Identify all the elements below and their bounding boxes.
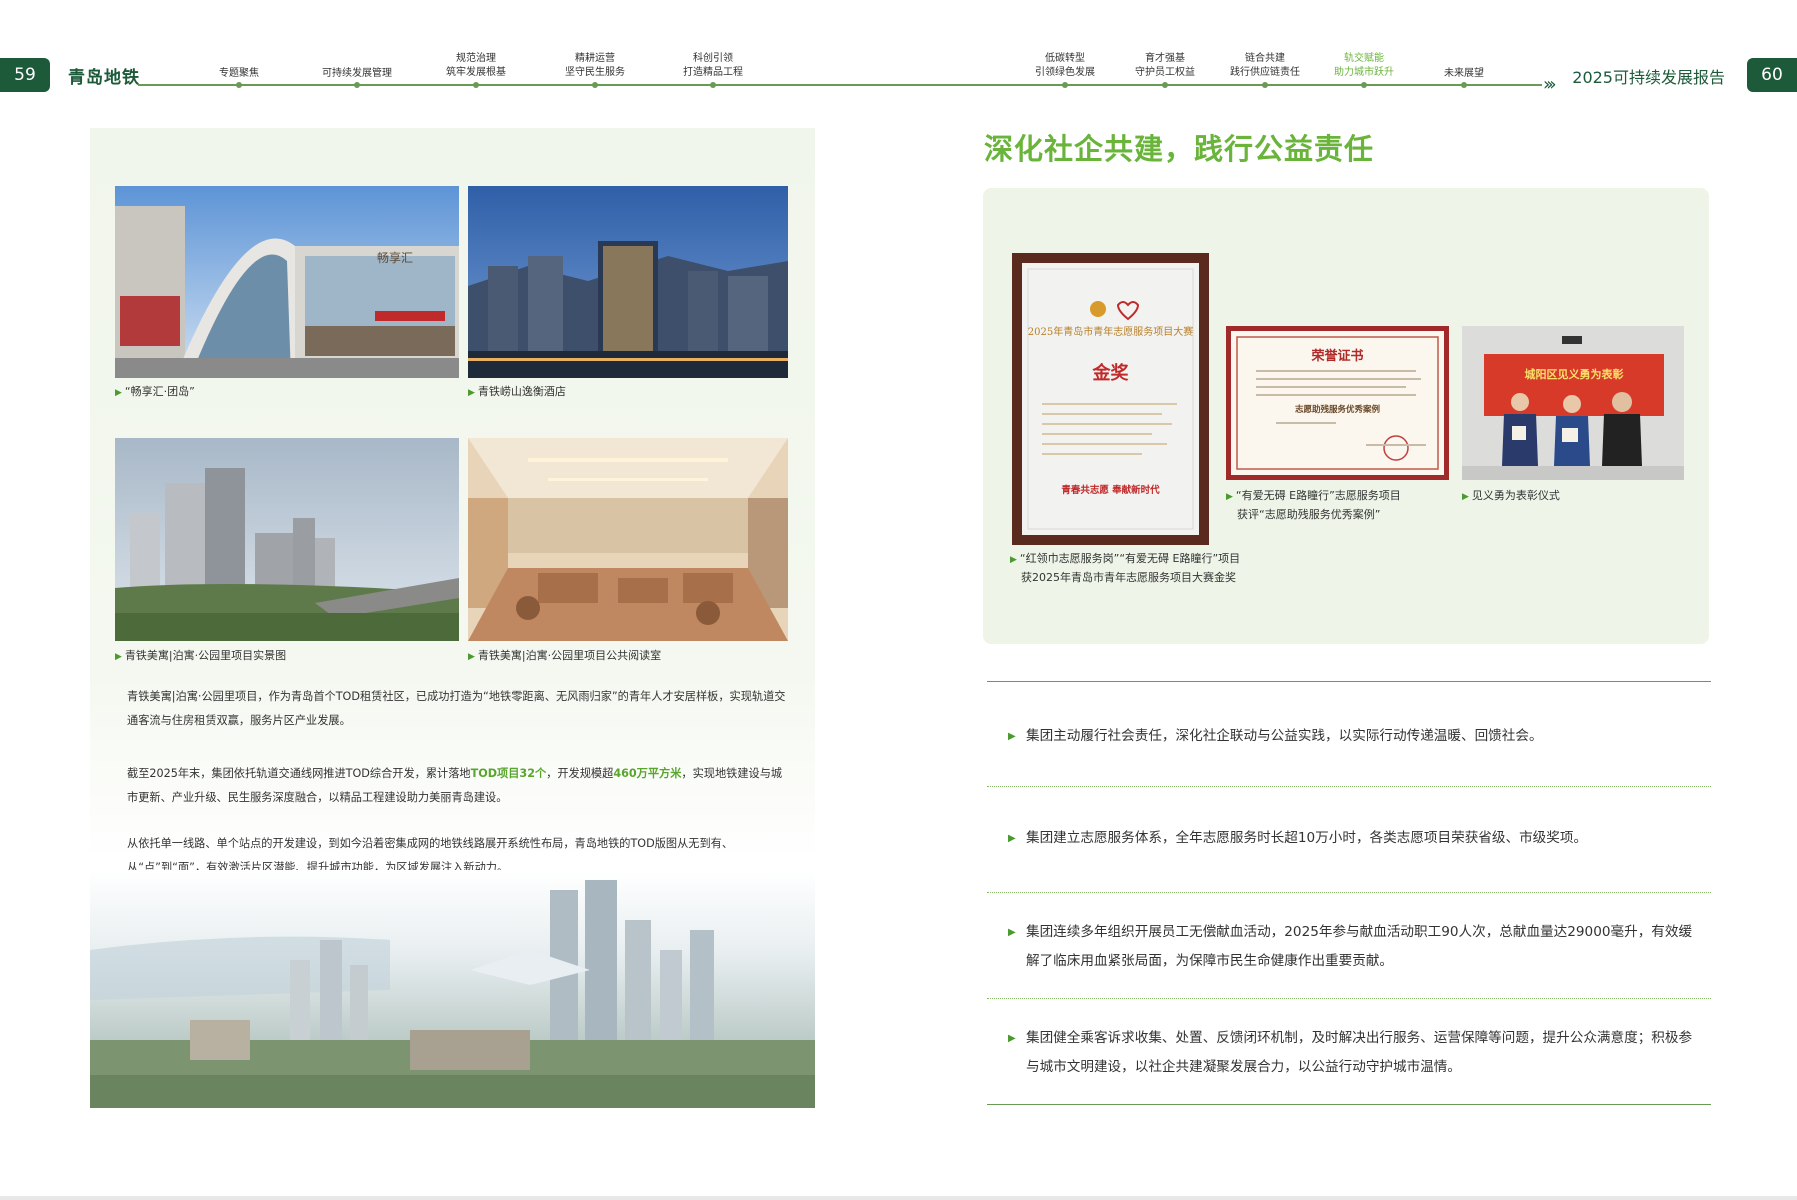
photo-laoshan-hotel xyxy=(468,186,788,378)
ceremony-banner-text: 城阳区见义勇为表彰 xyxy=(1525,367,1624,381)
nav-item-governance[interactable]: 规范治理 筑牢发展根基 xyxy=(426,52,526,80)
left-page-number: 59 xyxy=(0,58,50,92)
plaque-title: 2025年青岛市青年志愿服务项目大赛 xyxy=(1028,325,1193,338)
triangle-bullet-icon: ▶ xyxy=(115,652,122,662)
nav-dot xyxy=(1062,82,1068,88)
nav-item-outlook[interactable]: 未来展望 xyxy=(1414,67,1514,81)
paragraph-tod-stats: 截至2025年末，集团依托轨道交通线网推进TOD综合开发，累计落地TOD项目32… xyxy=(127,767,783,804)
report-title: 2025可持续发展报告 xyxy=(1572,68,1725,87)
triangle-bullet-icon: ▶ xyxy=(1008,927,1016,938)
photo-changxianghui: 畅享汇 xyxy=(115,186,459,378)
award-certificate: 荣誉证书 志愿助残服务优秀案例 xyxy=(1226,326,1449,480)
nav-dot xyxy=(1262,82,1268,88)
triangle-bullet-icon: ▶ xyxy=(1008,1033,1016,1044)
triangle-bullet-icon: ▶ xyxy=(1226,492,1233,502)
caption-photo-4: ▶ 青铁美寓|泊寓·公园里项目公共阅读室 xyxy=(468,649,662,662)
award-plaque-gold: 2025年青岛市青年志愿服务项目大赛 金奖 青春共志愿 奉献新时代 xyxy=(1012,253,1209,545)
highlight-development-scale: 460万平方米 xyxy=(613,767,682,780)
nav-timeline xyxy=(138,84,1542,86)
certificate-case-name: 志愿助残服务优秀案例 xyxy=(1295,404,1381,415)
nav-item-innovation[interactable]: 科创引领 打造精品工程 xyxy=(663,52,763,80)
nav-dot xyxy=(710,82,716,88)
plaque-slogan: 青春共志愿 奉献新时代 xyxy=(1061,484,1160,496)
caption-photo-3: ▶ 青铁美寓|泊寓·公园里项目实景图 xyxy=(115,649,287,662)
divider-bottom xyxy=(987,1104,1711,1105)
caption-photo-1: ▶ “畅享汇·团岛” xyxy=(115,385,195,398)
triangle-bullet-icon: ▶ xyxy=(115,388,122,398)
certificate-title: 荣誉证书 xyxy=(1310,348,1363,364)
nav-dot xyxy=(1361,82,1367,88)
bullet-passenger-feedback: ▶ 集团健全乘客诉求收集、处置、反馈闭环机制，及时解决出行服务、运营保障等问题，提… xyxy=(1008,1024,1700,1082)
photo-city-aerial-rendering xyxy=(90,870,815,1108)
nav-item-focus[interactable]: 专题聚焦 xyxy=(189,67,289,81)
triangle-bullet-icon: ▶ xyxy=(1008,833,1016,844)
caption-photo-2: ▶ 青铁崂山逸衡酒店 xyxy=(468,385,566,398)
divider-top xyxy=(987,681,1711,682)
section-title: 深化社企共建，践行公益责任 xyxy=(984,132,1375,166)
triangle-bullet-icon: ▶ xyxy=(1008,731,1016,742)
photo-bravery-ceremony: 城阳区见义勇为表彰 xyxy=(1462,326,1684,480)
nav-item-supply-chain[interactable]: 链合共建 践行供应链责任 xyxy=(1215,52,1315,80)
bullet-social-responsibility: ▶ 集团主动履行社会责任，深化社企联动与公益实践，以实际行动传递温暖、回馈社会。 xyxy=(1008,722,1700,751)
highlight-tod-projects: TOD项目32个 xyxy=(470,767,547,780)
nav-item-sustainability[interactable]: 可持续发展管理 xyxy=(307,67,407,81)
nav-dot xyxy=(236,82,242,88)
brand-name: 青岛地铁 xyxy=(68,68,140,88)
nav-dot xyxy=(1461,82,1467,88)
caption-award-2: ▶ “有爱无碍 E路瞳行”志愿服务项目 获评“志愿助残服务优秀案例” xyxy=(1226,489,1401,521)
caption-award-1: ▶ “红领巾志愿服务岗”“有爱无碍 E路瞳行”项目 获2025年青岛市青年志愿服务… xyxy=(1010,552,1241,584)
nav-item-city-empowerment[interactable]: 轨交赋能 助力城市跃升 xyxy=(1314,52,1414,80)
divider-dotted xyxy=(987,998,1711,999)
divider-dotted xyxy=(987,892,1711,893)
plaque-prize: 金奖 xyxy=(1092,362,1130,384)
right-page-number: 60 xyxy=(1747,58,1797,92)
photo-public-reading-room xyxy=(468,438,788,641)
caption-award-3: ▶ 见义勇为表彰仪式 xyxy=(1462,489,1560,502)
bullet-blood-donation: ▶ 集团连续多年组织开展员工无偿献血活动，2025年参与献血活动职工90人次，总献… xyxy=(1008,918,1700,976)
paragraph-park-project: 青铁美寓|泊寓·公园里项目，作为青岛首个TOD租赁社区，已成功打造为“地铁零距离… xyxy=(127,690,786,727)
sign-text: 畅享汇 xyxy=(377,250,413,265)
nav-item-low-carbon[interactable]: 低碳转型 引领绿色发展 xyxy=(1015,52,1115,80)
triangle-bullet-icon: ▶ xyxy=(1462,492,1469,502)
page-bottom-edge xyxy=(0,1196,1797,1200)
nav-item-operations[interactable]: 精耕运营 坚守民生服务 xyxy=(545,52,645,80)
nav-dot xyxy=(592,82,598,88)
nav-dot xyxy=(473,82,479,88)
triangle-bullet-icon: ▶ xyxy=(468,388,475,398)
nav-dot xyxy=(354,82,360,88)
triangle-bullet-icon: ▶ xyxy=(468,652,475,662)
photo-park-project-exterior xyxy=(115,438,459,641)
nav-dot xyxy=(1162,82,1168,88)
nav-item-talent[interactable]: 育才强基 守护员工权益 xyxy=(1115,52,1215,80)
bullet-volunteer-system: ▶ 集团建立志愿服务体系，全年志愿服务时长超10万小时，各类志愿项目荣获省级、市级… xyxy=(1008,824,1700,853)
triangle-bullet-icon: ▶ xyxy=(1010,555,1017,565)
divider-dotted xyxy=(987,786,1711,787)
double-chevron-right-icon: ››› xyxy=(1543,74,1556,95)
